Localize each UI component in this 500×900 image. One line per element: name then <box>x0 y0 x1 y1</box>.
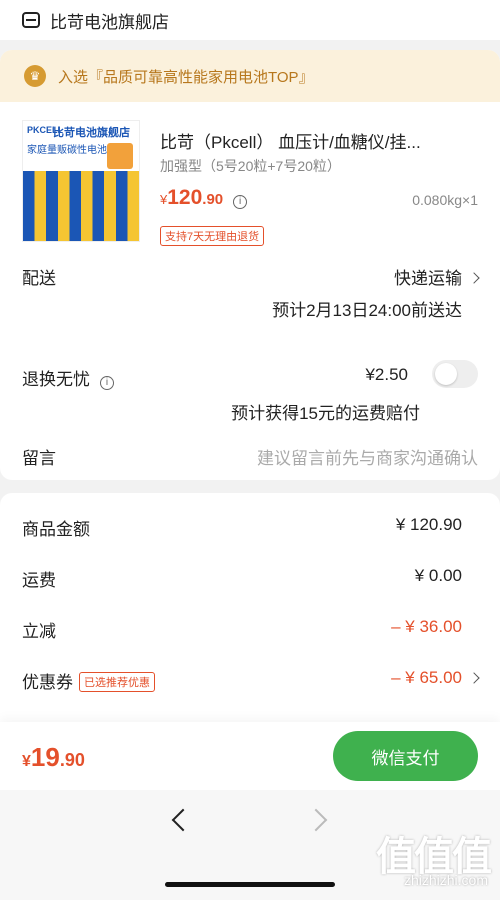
chevron-right-icon <box>468 272 480 284</box>
coupon-label-group: 优惠券 已选推荐优惠 <box>22 668 155 693</box>
order-total: ¥ 19 .90 <box>22 742 85 773</box>
thumb-subtitle: 家庭量贩碳性电池 <box>27 145 107 156</box>
return-insurance-label: 退换无忧 i <box>22 365 114 390</box>
product-item[interactable]: PKCELL 比苛电池旗舰店 家庭量贩碳性电池 比苛（Pkcell） 血压计/血… <box>0 102 500 246</box>
back-arrow-icon[interactable] <box>171 808 195 832</box>
total-decimal: .90 <box>59 750 85 770</box>
return-policy-tag: 支持7天无理由退货 <box>160 226 265 246</box>
discount-value: – ¥ 36.00 <box>391 617 462 636</box>
return-insurance-desc: 预计获得15元的运费赔付 <box>231 404 420 423</box>
delivery-eta: 预计2月13日24:00前送达 <box>272 301 462 320</box>
coupon-value: – ¥ 65.00 <box>391 668 462 687</box>
coupon-label: 优惠券 <box>22 673 73 692</box>
store-icon <box>22 12 40 28</box>
order-card: ♛ 入选『品质可靠高性能家用电池TOP』 PKCELL 比苛电池旗舰店 家庭量贩… <box>0 50 500 480</box>
delivery-method-text: 快递运输 <box>394 269 462 288</box>
return-insurance-price: ¥2.50 <box>365 365 408 384</box>
thumb-badge <box>107 143 133 169</box>
product-price: ¥ 120 .90 i <box>160 186 248 210</box>
return-insurance-label-text: 退换无忧 <box>22 370 90 389</box>
home-indicator[interactable] <box>165 882 335 887</box>
shipping-value: ¥ 0.00 <box>414 566 462 585</box>
watermark-url: zhizhizhi.com <box>403 872 488 888</box>
coupon-tag: 已选推荐优惠 <box>79 672 155 692</box>
shipping-label: 运费 <box>22 571 56 590</box>
store-name[interactable]: 比苛电池旗舰店 <box>50 8 169 33</box>
wechat-pay-button[interactable]: 微信支付 <box>333 731 478 781</box>
discount-label: 立减 <box>22 622 56 641</box>
message-label: 留言 <box>22 449 56 468</box>
goods-amount-value: ¥ 120.90 <box>395 515 462 534</box>
browser-nav-bar: 值值值 zhizhizhi.com <box>0 790 500 900</box>
banner-text: 入选『品质可靠高性能家用电池TOP』 <box>58 68 314 86</box>
product-spec: 加强型（5号20粒+7号20粒） <box>160 158 341 174</box>
message-input[interactable]: 建议留言前先与商家沟通确认 <box>257 444 478 469</box>
product-thumbnail[interactable]: PKCELL 比苛电池旗舰店 家庭量贩碳性电池 <box>22 120 140 242</box>
chevron-right-icon[interactable] <box>468 672 480 684</box>
product-weight-qty: 0.080kg×1 <box>412 192 478 208</box>
price-integer: 120 <box>167 186 203 209</box>
product-title: 比苛（Pkcell） 血压计/血糖仪/挂... <box>160 133 421 152</box>
price-decimal: .90 <box>202 191 224 208</box>
thumb-title: 比苛电池旗舰店 <box>53 127 130 139</box>
ranking-banner[interactable]: ♛ 入选『品质可靠高性能家用电池TOP』 <box>0 50 500 102</box>
return-insurance-toggle[interactable] <box>432 360 478 388</box>
info-icon[interactable]: i <box>100 375 114 390</box>
delivery-label: 配送 <box>22 269 56 288</box>
forward-arrow-icon[interactable] <box>304 808 328 832</box>
info-icon[interactable]: i <box>233 194 248 209</box>
price-symbol: ¥ <box>160 192 168 207</box>
toggle-knob <box>435 363 457 385</box>
trophy-icon: ♛ <box>24 65 46 87</box>
delivery-method[interactable]: 快递运输 <box>394 264 480 289</box>
store-header[interactable]: 比苛电池旗舰店 <box>0 0 500 40</box>
goods-amount-label: 商品金额 <box>22 520 90 539</box>
batteries-image <box>23 171 139 241</box>
checkout-bar: ¥ 19 .90 微信支付 <box>0 722 500 790</box>
price-summary: 商品金额 ¥ 120.90 运费 ¥ 0.00 立减 – ¥ 36.00 优惠券… <box>0 493 500 753</box>
total-integer: 19 <box>30 742 60 772</box>
total-symbol: ¥ <box>22 753 31 770</box>
